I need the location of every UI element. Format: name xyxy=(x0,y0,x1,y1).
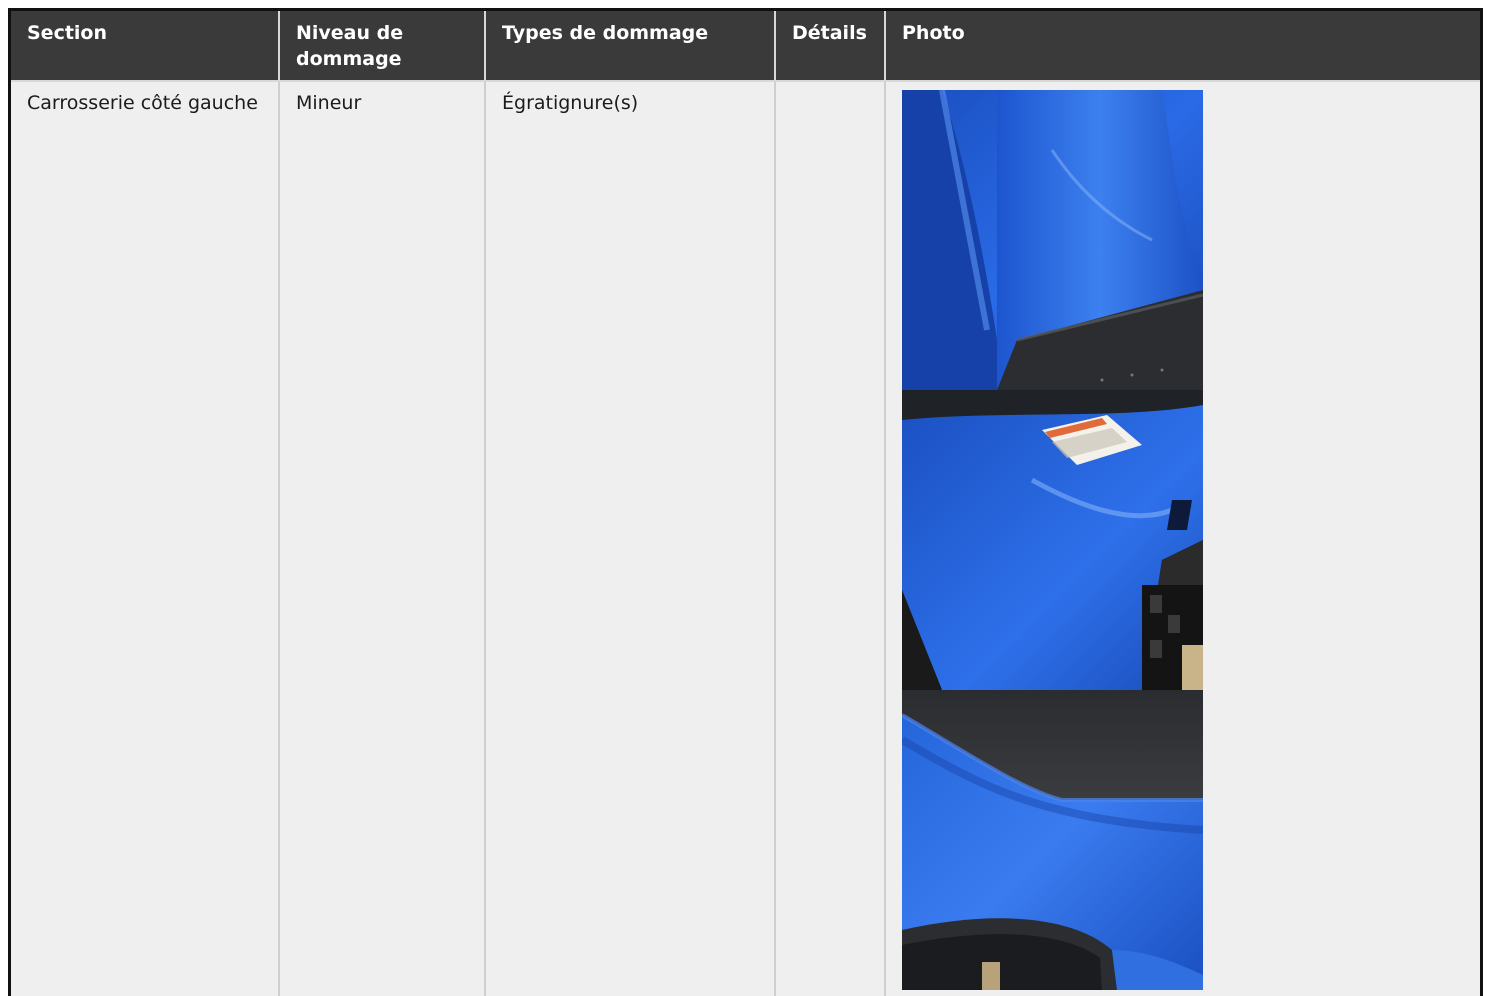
cell-photo xyxy=(885,81,1480,996)
table-row: Carrosserie côté gauche Mineur Égratignu… xyxy=(11,81,1480,996)
cell-details xyxy=(775,81,886,996)
blue-side-panel-seat-photo[interactable] xyxy=(902,690,1203,990)
blue-panel-decal-photo[interactable] xyxy=(902,390,1203,690)
table-header-row: Section Niveau de dommage Types de domma… xyxy=(11,11,1480,82)
cell-types: Égratignure(s) xyxy=(485,81,776,996)
cell-section: Carrosserie côté gauche xyxy=(11,81,280,996)
damage-report-table: Section Niveau de dommage Types de domma… xyxy=(11,11,1480,996)
damage-report-table-frame: Section Niveau de dommage Types de domma… xyxy=(8,8,1483,996)
header-types-de-dommage: Types de dommage xyxy=(485,11,776,82)
blue-fender-photo[interactable] xyxy=(902,90,1203,390)
header-niveau-de-dommage: Niveau de dommage xyxy=(279,11,486,82)
cell-niveau: Mineur xyxy=(279,81,486,996)
header-photo: Photo xyxy=(885,11,1480,82)
photo-stack xyxy=(902,90,1203,990)
header-details: Détails xyxy=(775,11,886,82)
header-section: Section xyxy=(11,11,280,82)
